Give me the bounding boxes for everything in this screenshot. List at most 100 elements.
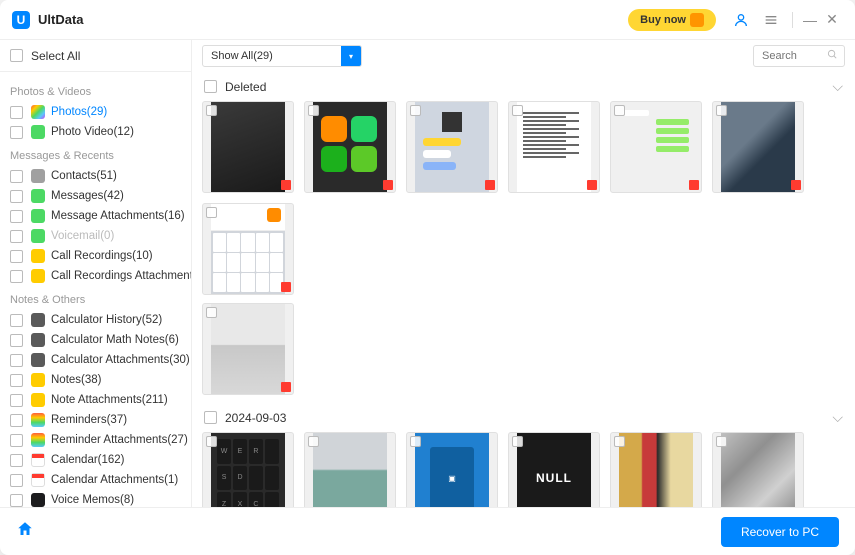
sidebar-item[interactable]: Photos(29) [0,102,191,122]
sidebar-item-checkbox[interactable] [10,190,23,203]
thumbnail[interactable] [610,101,702,193]
thumbnail[interactable] [712,101,804,193]
sidebar-item-checkbox[interactable] [10,250,23,263]
sidebar: Select All Photos & VideosPhotos(29)Phot… [0,40,192,507]
search-input[interactable] [762,46,822,66]
sidebar-item-checkbox[interactable] [10,230,23,243]
thumbnail-checkbox[interactable] [410,105,421,116]
thumbnail[interactable] [202,303,294,395]
main-panel: Show All(29) ▾ Deleted⌵ 2024-09-03⌵WERSDZ… [192,40,855,507]
thumbnail-checkbox[interactable] [206,105,217,116]
sidebar-item-checkbox[interactable] [10,170,23,183]
close-button[interactable]: ✕ [821,9,843,31]
sidebar-item[interactable]: Calendar(162) [0,450,191,470]
sidebar-item[interactable]: Calendar Attachments(1) [0,470,191,490]
thumbnail[interactable] [202,101,294,193]
voicememo-icon [31,493,45,507]
thumbnail-checkbox[interactable] [308,436,319,447]
thumbnail-checkbox[interactable] [206,436,217,447]
select-all-row[interactable]: Select All [0,40,191,72]
sidebar-item-checkbox[interactable] [10,106,23,119]
notes-icon [31,373,45,387]
section-checkbox[interactable] [204,411,217,424]
filter-dropdown[interactable]: Show All(29) ▾ [202,45,362,67]
section-header[interactable]: 2024-09-03⌵ [202,403,845,432]
sidebar-item[interactable]: Message Attachments(16) [0,206,191,226]
thumbnail[interactable] [202,203,294,295]
thumbnail[interactable] [508,101,600,193]
sidebar-item[interactable]: Photo Video(12) [0,122,191,142]
thumbnail[interactable]: ▣ [406,432,498,507]
search-box[interactable] [753,45,845,67]
sidebar-item[interactable]: Contacts(51) [0,166,191,186]
sidebar-item-checkbox[interactable] [10,270,23,283]
sidebar-item[interactable]: Calculator Attachments(30) [0,350,191,370]
sidebar-item-checkbox[interactable] [10,474,23,487]
home-button[interactable] [16,520,34,543]
sidebar-item[interactable]: Note Attachments(211) [0,390,191,410]
sidebar-item[interactable]: Calculator History(52) [0,310,191,330]
calendar-icon [31,453,45,467]
minimize-button[interactable]: — [799,9,821,31]
section-checkbox[interactable] [204,80,217,93]
sidebar-item-label: Photos(29) [51,106,107,118]
sidebar-item-label: Contacts(51) [51,170,117,182]
sidebar-item[interactable]: Call Recordings Attachment... [0,266,191,286]
cart-icon [690,13,704,27]
sidebar-item-checkbox[interactable] [10,494,23,507]
sidebar-item-label: Note Attachments(211) [51,394,168,406]
thumbnail-checkbox[interactable] [206,207,217,218]
thumbnail[interactable] [610,432,702,507]
buy-now-button[interactable]: Buy now [628,9,716,31]
sidebar-item-label: Voice Memos(8) [51,494,134,506]
thumbnail-checkbox[interactable] [410,436,421,447]
thumbnail-row: WERSDZXC ▣NULL [202,432,845,507]
sidebar-item-checkbox[interactable] [10,126,23,139]
sidebar-item-checkbox[interactable] [10,210,23,223]
recover-button[interactable]: Recover to PC [721,517,839,547]
chevron-down-icon: ⌵ [832,78,843,95]
thumbnail-image [313,102,387,192]
sidebar-item[interactable]: Call Recordings(10) [0,246,191,266]
thumbnail[interactable] [304,432,396,507]
sidebar-item-label: Notes(38) [51,374,102,386]
thumbnail-checkbox[interactable] [716,105,727,116]
sidebar-item[interactable]: Reminder Attachments(27) [0,430,191,450]
thumbnail-image: WERSDZXC [211,433,285,507]
deleted-badge-icon [485,180,495,190]
account-icon[interactable] [732,11,750,29]
select-all-checkbox[interactable] [10,49,23,62]
sidebar-item-checkbox[interactable] [10,414,23,427]
sidebar-item[interactable]: Messages(42) [0,186,191,206]
sidebar-item[interactable]: Reminders(37) [0,410,191,430]
thumbnail-checkbox[interactable] [614,105,625,116]
thumbnail-checkbox[interactable] [206,307,217,318]
sidebar-item-checkbox[interactable] [10,354,23,367]
thumbnail-checkbox[interactable] [716,436,727,447]
thumbnail[interactable] [406,101,498,193]
thumbnail[interactable]: WERSDZXC [202,432,294,507]
thumbnail[interactable] [712,432,804,507]
sidebar-item[interactable]: Calculator Math Notes(6) [0,330,191,350]
sidebar-item-checkbox[interactable] [10,334,23,347]
sidebar-item-checkbox[interactable] [10,394,23,407]
thumbnail-checkbox[interactable] [512,105,523,116]
sidebar-item-label: Voicemail(0) [51,230,114,242]
sidebar-item-checkbox[interactable] [10,374,23,387]
sidebar-item[interactable]: Notes(38) [0,370,191,390]
sidebar-item-checkbox[interactable] [10,434,23,447]
callrec-icon [31,269,45,283]
thumbnail-checkbox[interactable] [512,436,523,447]
sidebar-item-label: Reminder Attachments(27) [51,434,188,446]
sidebar-item-checkbox[interactable] [10,314,23,327]
thumbnail-checkbox[interactable] [308,105,319,116]
thumbnail[interactable] [304,101,396,193]
reminders-icon [31,433,45,447]
sidebar-item-checkbox[interactable] [10,454,23,467]
deleted-badge-icon [281,180,291,190]
menu-icon[interactable] [762,11,780,29]
section-header[interactable]: Deleted⌵ [202,72,845,101]
sidebar-item[interactable]: Voice Memos(8) [0,490,191,507]
thumbnail-checkbox[interactable] [614,436,625,447]
thumbnail[interactable]: NULL [508,432,600,507]
